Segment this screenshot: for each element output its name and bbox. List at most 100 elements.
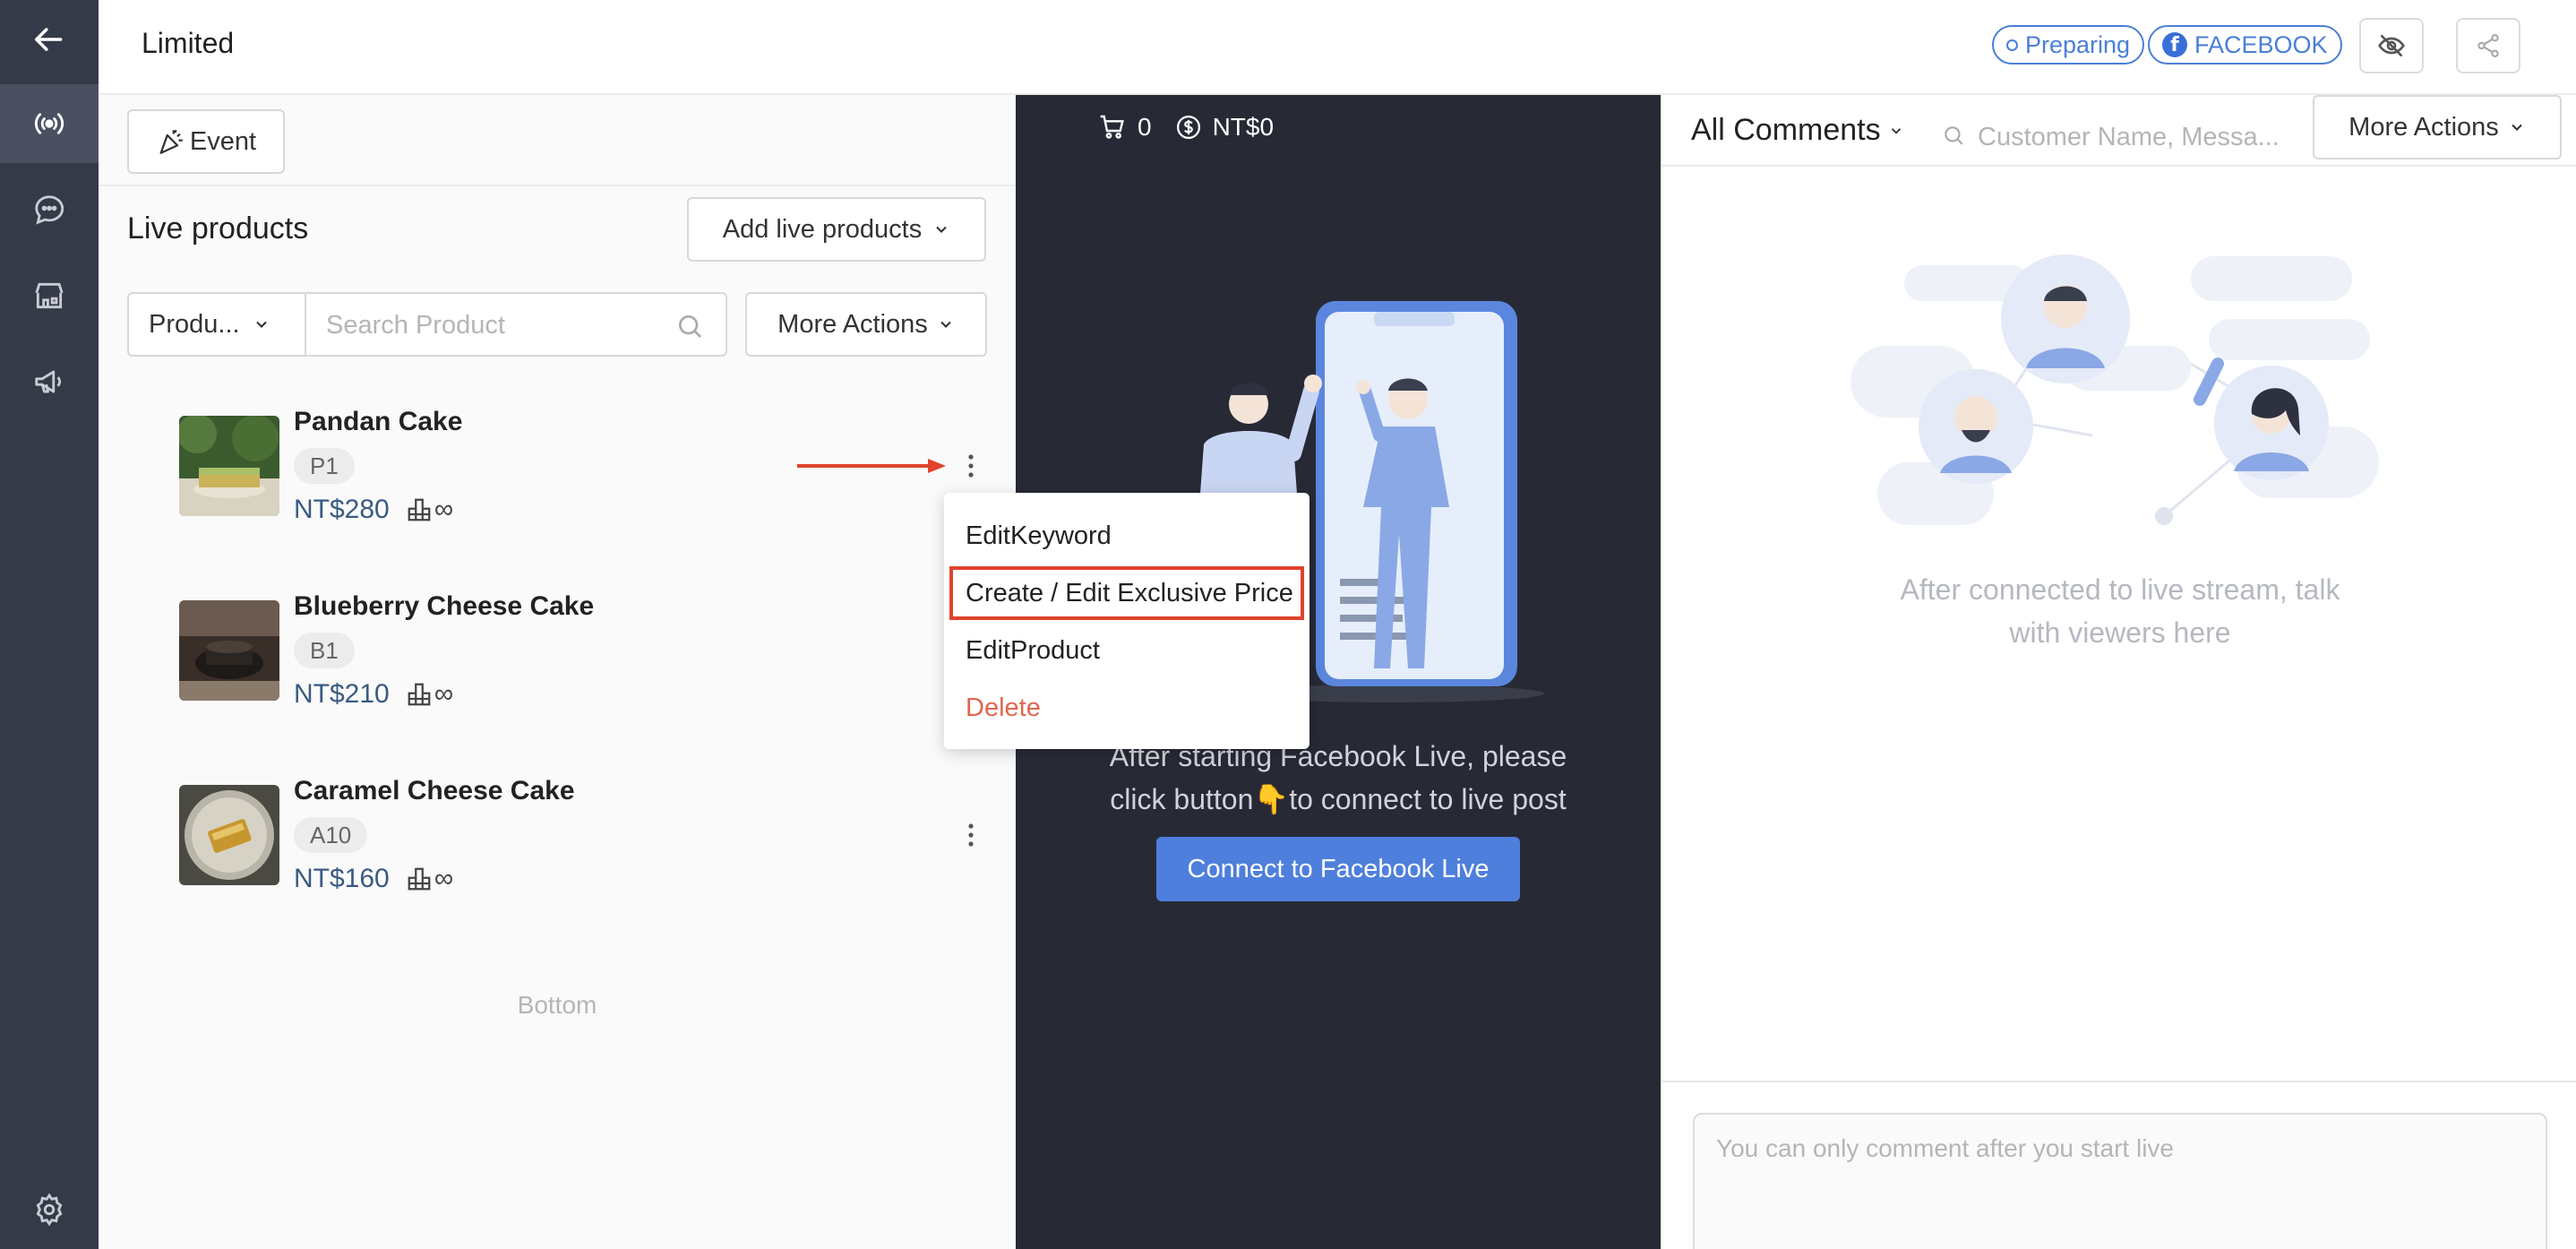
connect-facebook-live-button[interactable]: Connect to Facebook Live [1156, 837, 1520, 901]
live-products-panel: Event Live products Add live products Pr… [99, 95, 1016, 1249]
divider [1662, 165, 2576, 167]
stock-value: ∞ [434, 864, 454, 893]
product-row[interactable]: Pandan Cake P1 NT$280 ∞ [179, 407, 985, 577]
product-search-box [305, 292, 727, 357]
connect-instructions-line-2: click button👇to connect to live post [1110, 783, 1567, 815]
product-filter-select[interactable]: Produ... [127, 292, 306, 357]
product-code-badge: P1 [294, 448, 355, 484]
divider [99, 185, 1016, 186]
product-search-input[interactable] [326, 308, 666, 342]
add-live-products-label: Add live products [722, 214, 923, 244]
stage-stats: 0 NT$0 [1098, 113, 1274, 142]
back-button[interactable] [0, 0, 99, 79]
stock-indicator: ∞ [406, 864, 453, 894]
menu-item-edit-product[interactable]: EditProduct [944, 622, 1309, 679]
more-actions-label: More Actions [777, 309, 928, 339]
product-menu-button[interactable] [962, 817, 980, 853]
hide-visibility-button[interactable] [2359, 18, 2424, 73]
sidebar-rail [0, 0, 99, 1249]
comment-search-input[interactable] [1978, 120, 2300, 154]
product-price-line: NT$210 ∞ [294, 679, 453, 710]
back-arrow-icon [35, 28, 63, 51]
product-menu-button[interactable] [962, 448, 980, 484]
comments-more-actions-label: More Actions [2348, 112, 2499, 142]
comments-panel: All Comments More Actions After c [1661, 95, 2576, 1249]
menu-item-edit-keyword[interactable]: EditKeyword [944, 507, 1309, 564]
chevron-down-icon [936, 226, 947, 233]
product-price: NT$280 [294, 495, 390, 524]
cart-icon [1100, 115, 1124, 139]
product-thumbnail [179, 416, 279, 516]
megaphone-icon [35, 370, 62, 393]
product-name: Blueberry Cheese Cake [294, 591, 595, 621]
sales-amount: NT$0 [1212, 113, 1275, 141]
stock-indicator: ∞ [406, 679, 453, 710]
empty-comments-line-2: with viewers here [2009, 616, 2231, 649]
inventory-icon [408, 498, 431, 521]
facebook-icon: f [2162, 32, 2187, 57]
comment-composer [1693, 1113, 2547, 1249]
eye-off-icon [2378, 35, 2405, 56]
stock-value: ∞ [434, 495, 454, 524]
top-header: Limited Preparing f FACEBOOK [99, 0, 2576, 95]
search-icon [1945, 126, 1963, 145]
chevron-down-icon [1891, 127, 1901, 134]
product-price-line: NT$160 ∞ [294, 864, 453, 894]
product-row[interactable]: Blueberry Cheese Cake B1 NT$210 ∞ [179, 591, 985, 762]
comments-filter-dropdown[interactable]: All Comments [1691, 113, 1904, 148]
chat-illustration [1850, 254, 2379, 525]
empty-comments-message: After connected to live stream, talk wit… [1662, 568, 2576, 654]
dollar-coin-icon [1176, 116, 1200, 139]
nav-marketing[interactable] [0, 342, 99, 421]
share-icon [2477, 34, 2499, 57]
platform-badge: f FACEBOOK [2148, 25, 2342, 65]
divider [1662, 1081, 2576, 1082]
nav-shop[interactable] [0, 256, 99, 335]
comment-input[interactable] [1716, 1134, 2522, 1242]
event-button[interactable]: Event [127, 109, 285, 174]
chevron-down-icon [2512, 124, 2522, 131]
product-thumbnail [179, 600, 279, 701]
product-thumbnail [179, 785, 279, 885]
chat-icon [35, 195, 64, 225]
comments-more-actions-button[interactable]: More Actions [2313, 95, 2562, 159]
comment-search-box [1936, 109, 2300, 163]
comments-filter-label: All Comments [1691, 113, 1881, 147]
cart-count: 0 [1138, 113, 1152, 141]
live-broadcast-icon [34, 113, 64, 134]
page-title: Limited [142, 27, 235, 59]
inventory-icon [408, 867, 431, 891]
shop-icon [35, 282, 64, 309]
kebab-menu-icon [968, 454, 974, 478]
product-code-badge: B1 [294, 633, 355, 668]
product-name: Caramel Cheese Cake [294, 776, 575, 805]
chevron-down-icon [940, 321, 951, 328]
nav-settings[interactable] [0, 1170, 99, 1249]
nav-live[interactable] [0, 84, 99, 163]
share-button[interactable] [2456, 18, 2520, 73]
inventory-icon [408, 683, 431, 706]
more-actions-button[interactable]: More Actions [745, 292, 987, 357]
product-name: Pandan Cake [294, 407, 463, 436]
nav-chat[interactable] [0, 170, 99, 249]
search-icon[interactable] [675, 312, 704, 340]
add-live-products-button[interactable]: Add live products [687, 197, 986, 262]
annotation-arrow-icon [797, 459, 946, 473]
list-end-label: Bottom [517, 991, 597, 1019]
product-code-badge: A10 [294, 817, 368, 853]
status-badge: Preparing [1992, 25, 2145, 65]
stock-indicator: ∞ [406, 495, 453, 525]
menu-item-delete[interactable]: Delete [944, 679, 1309, 736]
status-dot-icon [2006, 39, 2018, 51]
stock-value: ∞ [434, 679, 454, 709]
section-title: Live products [127, 211, 309, 245]
chevron-down-icon [255, 321, 267, 328]
gear-icon [36, 1193, 63, 1227]
product-row[interactable]: Caramel Cheese Cake A10 NT$160 ∞ [179, 776, 985, 946]
product-actions-menu: EditKeyword Create / Edit Exclusive Pric… [944, 493, 1309, 749]
product-price: NT$160 [294, 864, 390, 893]
status-badge-label: Preparing [2025, 30, 2131, 58]
menu-item-exclusive-price[interactable]: Create / Edit Exclusive Price [948, 564, 1306, 622]
event-button-label: Event [189, 126, 257, 156]
empty-comments-line-1: After connected to live stream, talk [1900, 573, 2340, 606]
